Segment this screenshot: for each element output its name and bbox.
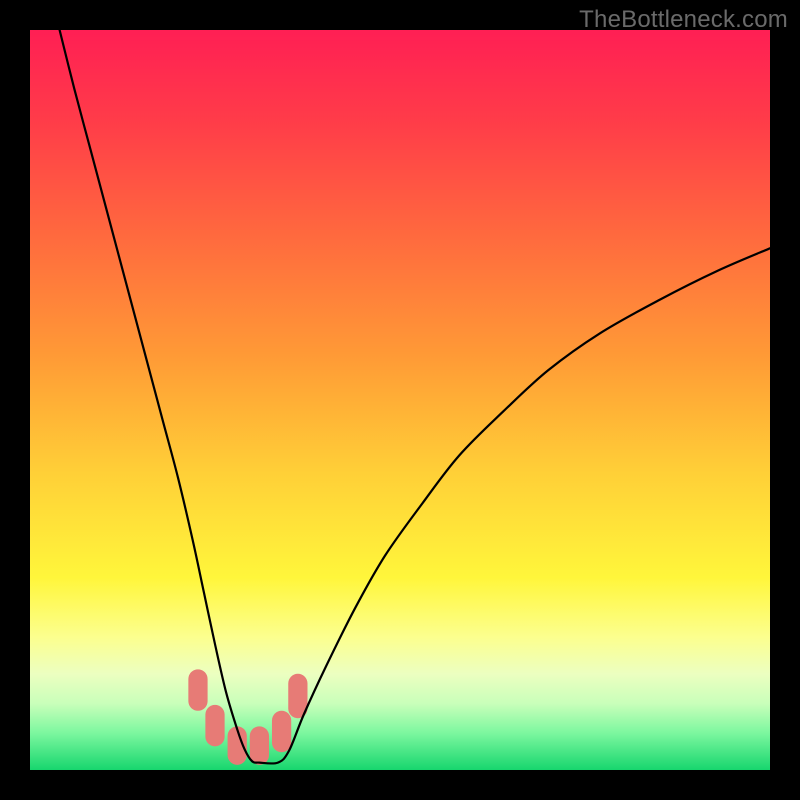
chart-frame: TheBottleneck.com [0, 0, 800, 800]
highlight-segment [205, 705, 224, 746]
highlight-segment [272, 711, 291, 752]
highlight-segment [188, 669, 207, 710]
chart-svg [30, 30, 770, 770]
highlight-segment [250, 726, 269, 764]
plot-area [30, 30, 770, 770]
bottleneck-curve [60, 30, 770, 764]
